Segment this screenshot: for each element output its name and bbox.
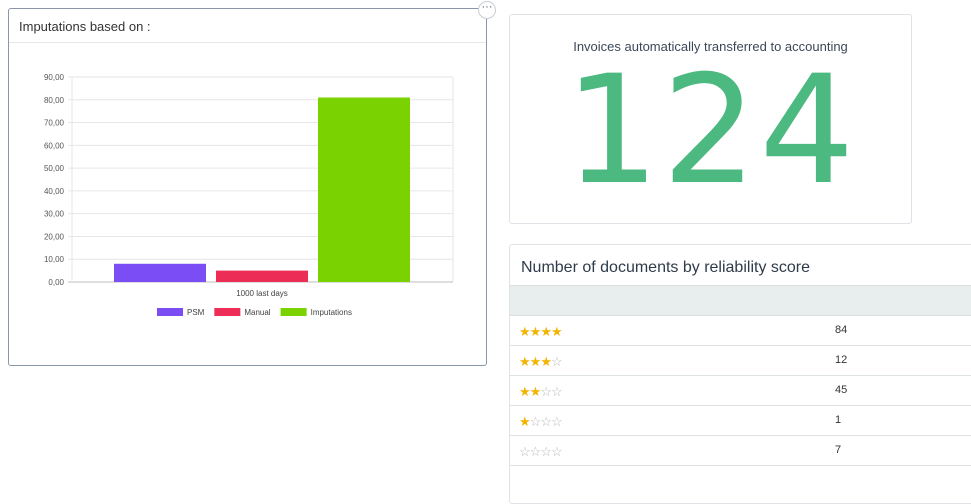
star-filled-icon: ★ bbox=[550, 324, 563, 339]
imputations-panel: Imputations based on : 0,00 10,00 20,00 30,… bbox=[8, 8, 487, 366]
star-rating-icon: ★★★☆ bbox=[519, 354, 563, 370]
table-header bbox=[510, 285, 971, 316]
table-row: ★★★★ 84 bbox=[510, 316, 971, 346]
table-row: ★★★☆ 12 bbox=[510, 346, 971, 376]
legend-label: PSM bbox=[187, 308, 205, 317]
star-rating-icon: ★★☆☆ bbox=[519, 384, 563, 400]
y-tick-label: 50,00 bbox=[44, 164, 65, 173]
star-filled-icon: ★ bbox=[529, 354, 542, 369]
star-rating-icon: ★☆☆☆ bbox=[519, 414, 563, 430]
document-count: 84 bbox=[835, 324, 848, 336]
y-tick-label: 30,00 bbox=[44, 210, 65, 219]
star-filled-icon: ★ bbox=[519, 384, 531, 399]
star-rating-icon: ★★★★ bbox=[519, 324, 563, 340]
table-row: ★★☆☆ 45 bbox=[510, 376, 971, 406]
table-row: ★☆☆☆ 1 bbox=[510, 406, 971, 436]
bar-psm bbox=[114, 263, 206, 282]
star-empty-icon: ☆ bbox=[540, 384, 552, 399]
bar-manual bbox=[216, 270, 308, 282]
bar-imputations bbox=[318, 97, 410, 282]
star-empty-icon: ☆ bbox=[540, 414, 552, 429]
legend-swatch bbox=[280, 308, 307, 316]
star-empty-icon: ☆ bbox=[550, 414, 563, 429]
x-category-label: 1000 last days bbox=[236, 289, 288, 298]
y-tick-label: 10,00 bbox=[44, 255, 65, 264]
star-filled-icon: ★ bbox=[529, 384, 542, 399]
y-tick-label: 70,00 bbox=[44, 119, 65, 128]
star-empty-icon: ☆ bbox=[529, 414, 542, 429]
y-tick-label: 90,00 bbox=[44, 73, 65, 82]
document-count: 45 bbox=[835, 384, 848, 396]
document-count: 12 bbox=[835, 354, 848, 366]
legend-swatch bbox=[157, 308, 183, 316]
star-empty-icon: ☆ bbox=[529, 444, 542, 459]
y-tick-label: 60,00 bbox=[44, 141, 65, 150]
legend-label: Manual bbox=[244, 308, 270, 317]
star-filled-icon: ★ bbox=[519, 414, 531, 429]
y-tick-label: 40,00 bbox=[44, 187, 65, 196]
star-filled-icon: ★ bbox=[540, 324, 552, 339]
table-row: ☆☆☆☆ 7 bbox=[510, 436, 971, 466]
document-count: 1 bbox=[835, 414, 842, 426]
star-empty-icon: ☆ bbox=[519, 444, 531, 459]
star-filled-icon: ★ bbox=[540, 354, 552, 369]
star-empty-icon: ☆ bbox=[550, 354, 563, 369]
star-empty-icon: ☆ bbox=[550, 444, 563, 459]
ellipsis-icon[interactable]: ··· bbox=[478, 1, 496, 19]
invoices-kpi-card: Invoices automatically transferred to ac… bbox=[509, 14, 912, 224]
legend-label: Imputations bbox=[311, 308, 352, 317]
kpi-value: 124 bbox=[564, 44, 857, 218]
table-body: ★★★★ 84 ★★★☆ 12 ★★☆☆ 45 ★☆☆☆ 1 ☆☆☆☆ 7 bbox=[510, 316, 971, 466]
star-empty-icon: ☆ bbox=[540, 444, 552, 459]
reliability-table-card: Number of documents by reliability score… bbox=[509, 244, 971, 504]
document-count: 7 bbox=[835, 444, 842, 456]
star-filled-icon: ★ bbox=[519, 354, 531, 369]
y-tick-label: 20,00 bbox=[44, 232, 65, 241]
legend-swatch bbox=[214, 308, 241, 316]
y-tick-label: 0,00 bbox=[48, 278, 64, 287]
star-empty-icon: ☆ bbox=[550, 384, 563, 399]
star-filled-icon: ★ bbox=[519, 324, 531, 339]
y-tick-label: 80,00 bbox=[44, 96, 65, 105]
star-filled-icon: ★ bbox=[529, 324, 542, 339]
imputations-bar-chart: 0,00 10,00 20,00 30,00 40,00 50,00 60,00 70,00 8… bbox=[44, 73, 454, 317]
reliability-title: Number of documents by reliability score bbox=[521, 259, 811, 276]
star-rating-icon: ☆☆☆☆ bbox=[519, 444, 563, 460]
